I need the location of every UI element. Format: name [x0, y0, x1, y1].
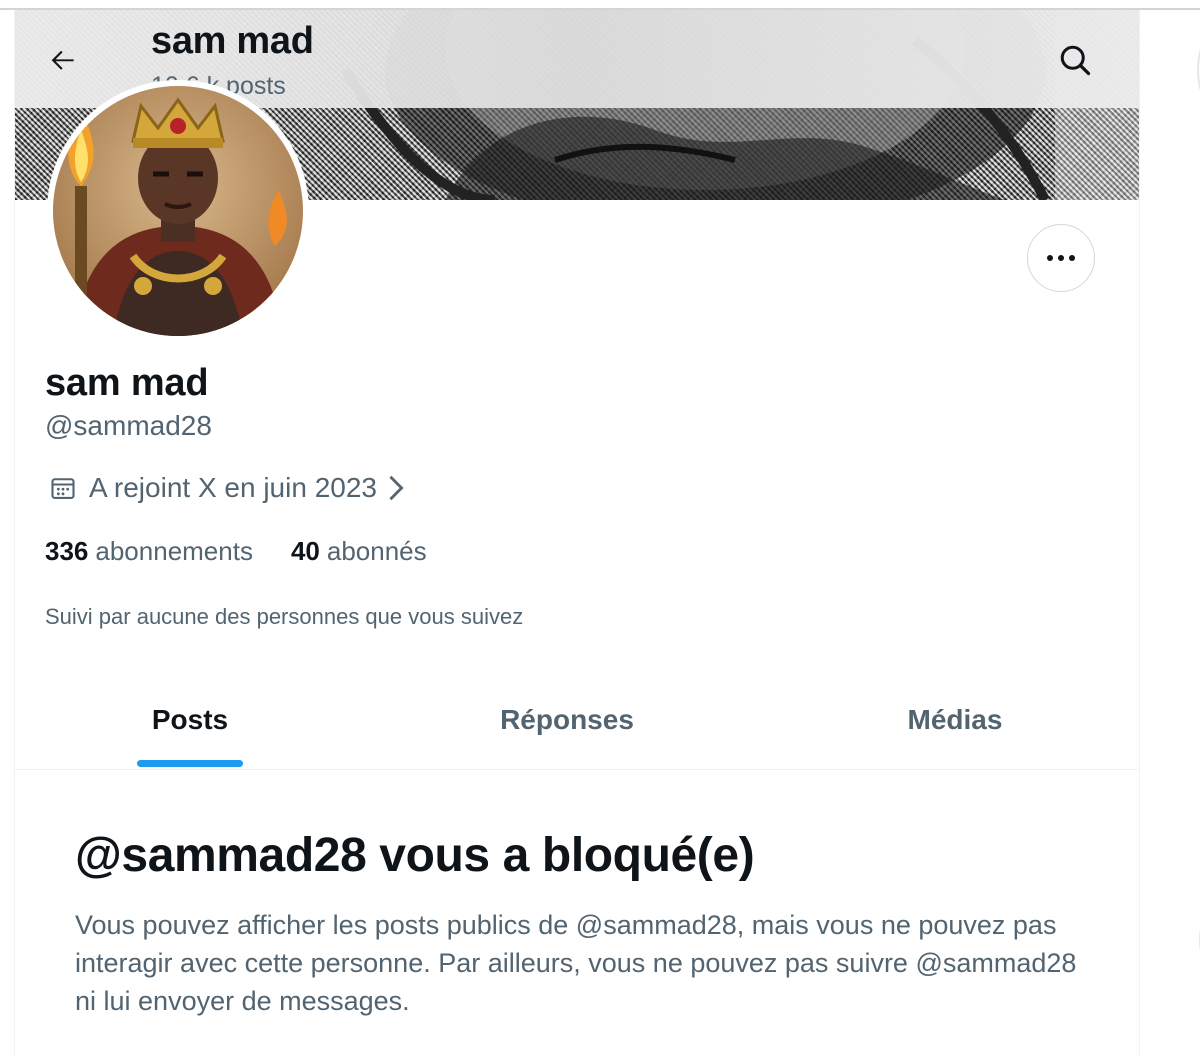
profile-tabs: Posts Réponses Médias: [15, 670, 1139, 770]
following-link[interactable]: 336 abonnements: [45, 536, 253, 567]
blocked-title: @sammad28 vous a bloqué(e): [75, 829, 755, 882]
back-button[interactable]: [43, 40, 83, 80]
joined-date[interactable]: A rejoint X en juin 2023: [49, 472, 405, 504]
header-title: sam mad: [151, 20, 314, 62]
chevron-right-icon: [389, 475, 404, 501]
search-icon: [1060, 45, 1091, 76]
more-dots-icon: [1047, 255, 1075, 261]
following-label: abonnements: [95, 536, 253, 566]
blocked-message: Vous pouvez afficher les posts publics d…: [75, 910, 1077, 1016]
right-sidebar-edge: [1141, 10, 1200, 1057]
followers-count: 40: [290, 536, 320, 566]
profile-column: sam mad 10,6 k posts: [14, 10, 1140, 1057]
followers-label: abonnés: [326, 536, 427, 566]
tab-media[interactable]: Médias: [895, 670, 1015, 770]
following-count: 336: [45, 536, 89, 566]
profile-handle: @sammad28: [45, 410, 212, 441]
joined-label: A rejoint X en juin 2023: [89, 472, 377, 503]
tab-posts[interactable]: Posts: [135, 670, 245, 770]
follow-stats: 336 abonnements 40 abonnés: [45, 536, 427, 567]
active-tab-indicator: [137, 760, 243, 767]
profile-name: sam mad: [45, 362, 209, 404]
arrow-left-icon: [51, 50, 74, 70]
followers-link[interactable]: 40 abonnés: [291, 536, 427, 567]
followed-by-text: Suivi par aucune des personnes que vous …: [45, 604, 524, 629]
tab-replies[interactable]: Réponses: [475, 670, 659, 770]
calendar-icon: [51, 478, 75, 499]
avatar-image: [53, 86, 303, 336]
more-options-button[interactable]: [1027, 224, 1095, 292]
avatar[interactable]: [47, 80, 309, 342]
search-button[interactable]: [1055, 40, 1095, 80]
